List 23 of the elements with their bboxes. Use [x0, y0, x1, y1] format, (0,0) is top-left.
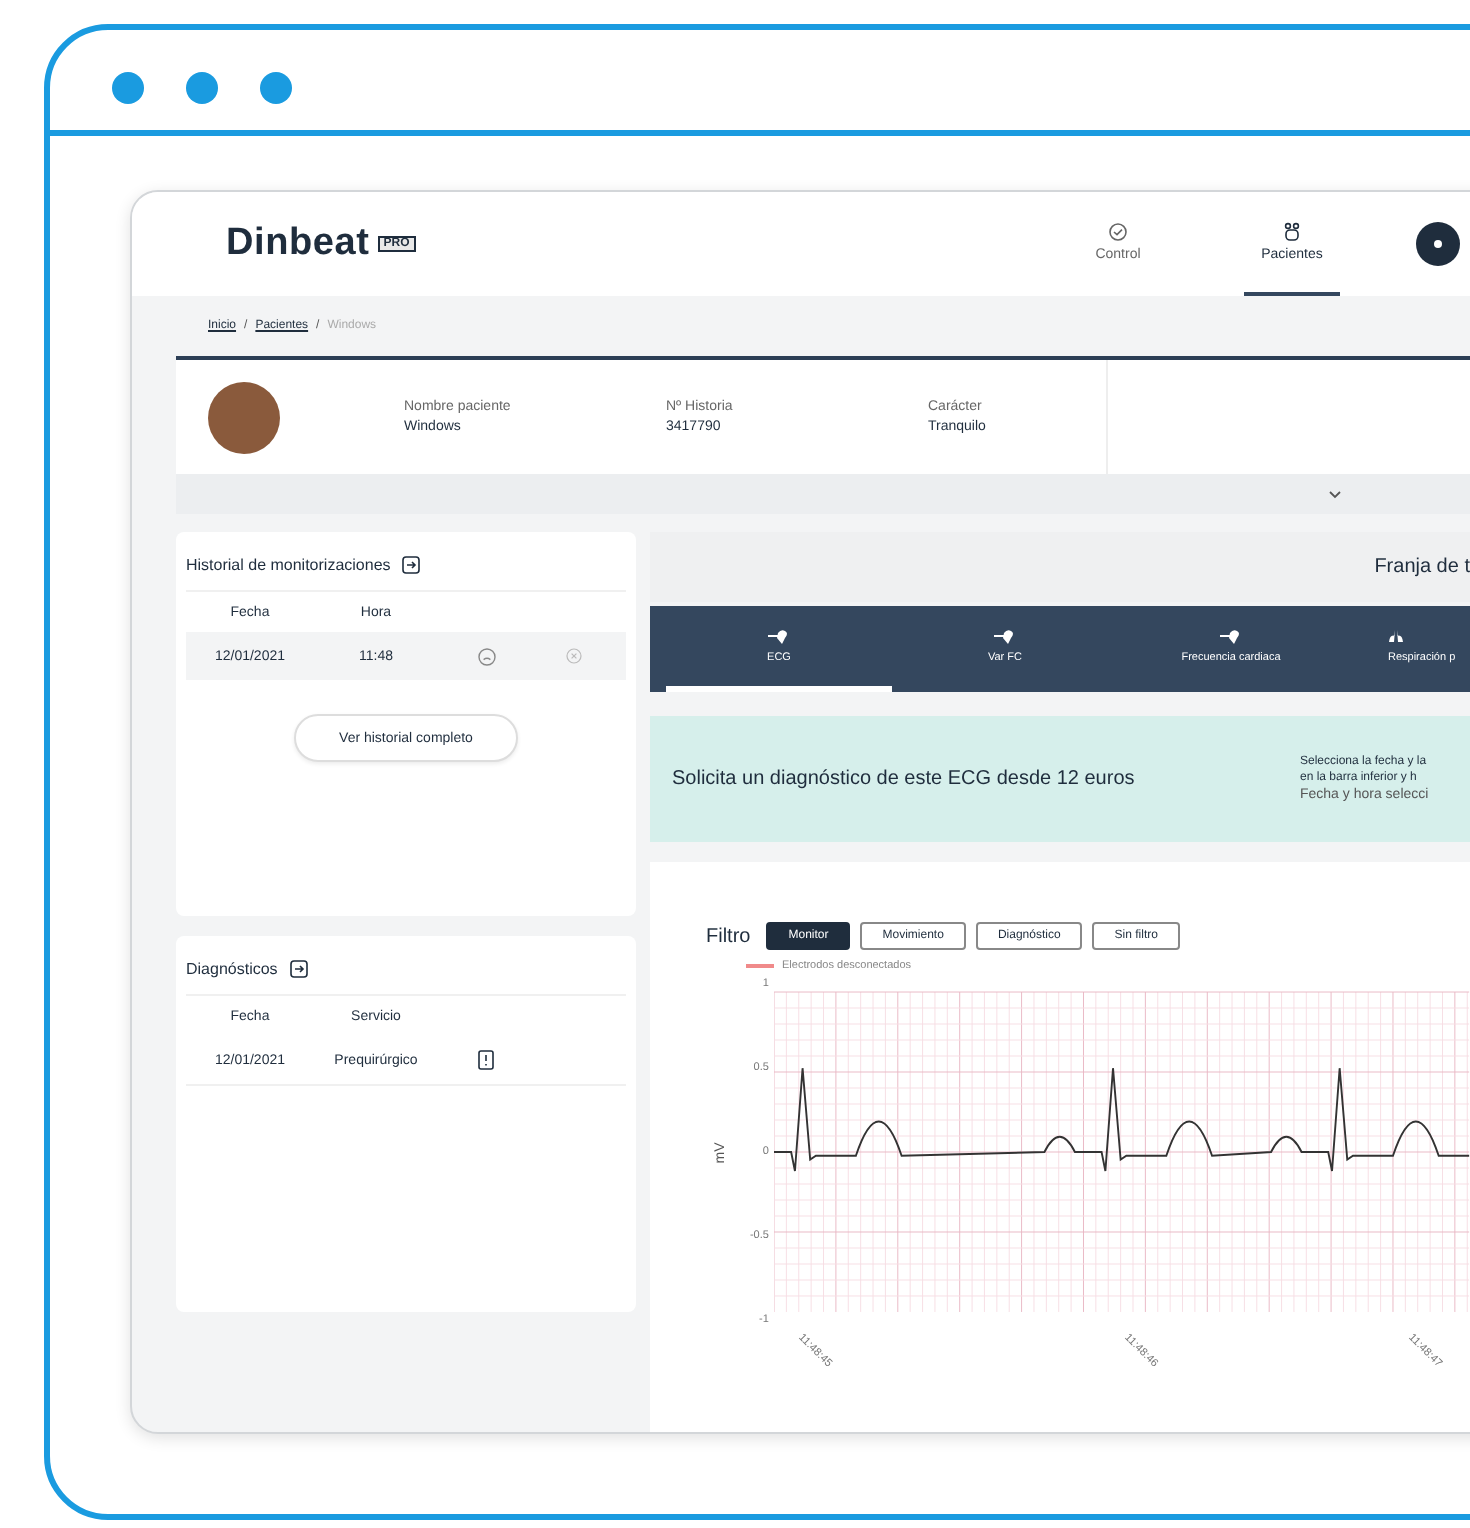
chevron-down-icon[interactable]	[1328, 489, 1342, 499]
panel-title: Diagnósticos	[186, 960, 278, 978]
banner-text: Solicita un diagnóstico de este ECG desde 12 euros	[672, 768, 1137, 790]
pet-photo-placeholder	[208, 381, 280, 453]
document-icon[interactable]	[478, 1050, 494, 1070]
face-icon[interactable]	[477, 647, 495, 665]
window-dot	[260, 72, 292, 104]
user-avatar-button[interactable]	[1416, 222, 1460, 266]
heart-pulse-icon	[1219, 629, 1243, 643]
section-title: Franja de t	[1374, 556, 1470, 578]
panel-title: Historial de monitorizaciones	[186, 556, 391, 574]
heart-pulse-icon	[767, 629, 791, 643]
legend-line	[746, 964, 774, 968]
check-circle-icon	[1108, 222, 1128, 242]
paw-icon	[1282, 222, 1302, 242]
filter-label: Filtro	[706, 925, 751, 947]
export-icon[interactable]	[402, 556, 421, 574]
dot-icon	[1432, 238, 1444, 250]
window-dot	[186, 72, 218, 104]
export-icon[interactable]	[289, 960, 308, 978]
logo: Dinbeat	[226, 222, 370, 266]
window-dot	[112, 72, 144, 104]
heart-pulse-icon	[993, 629, 1017, 643]
